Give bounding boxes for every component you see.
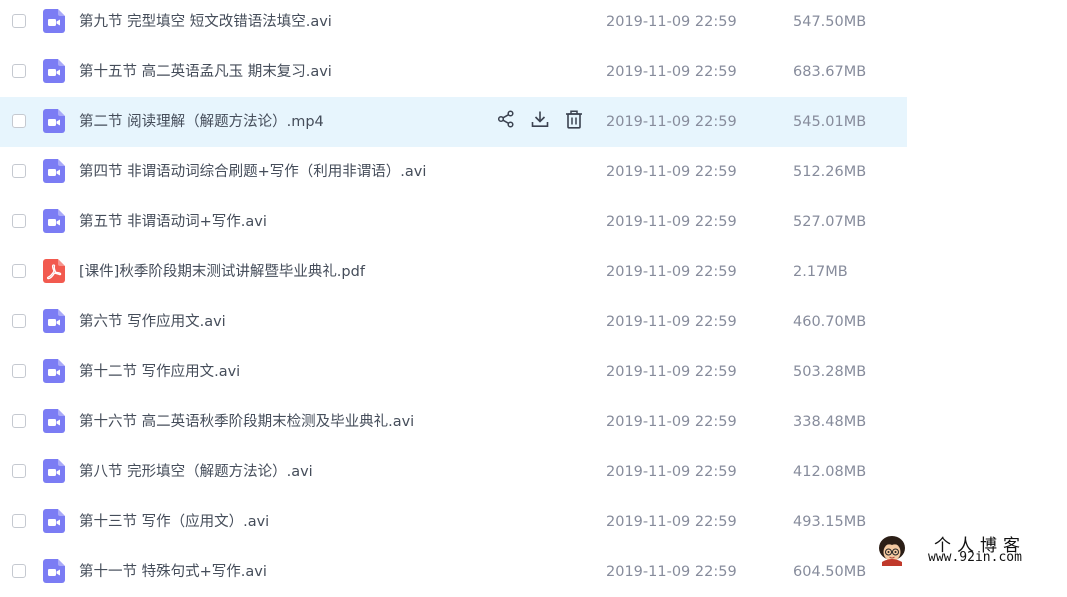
- file-name-link[interactable]: 第十二节 写作应用文.avi: [79, 362, 240, 382]
- video-file-icon: [43, 359, 65, 383]
- row-checkbox[interactable]: [12, 364, 26, 378]
- download-icon: [531, 110, 549, 132]
- file-row[interactable]: 第十三节 写作（应用文）.avi 2019-11-09 22:59 493.15MB: [0, 497, 907, 547]
- modified-date: 2019-11-09 22:59: [606, 414, 737, 430]
- row-checkbox[interactable]: [12, 214, 26, 228]
- modified-date: 2019-11-09 22:59: [606, 514, 737, 530]
- video-file-icon: [43, 309, 65, 333]
- file-row[interactable]: 第十二节 写作应用文.avi 2019-11-09 22:59 503.28MB: [0, 347, 907, 397]
- file-size: 512.26MB: [793, 164, 867, 180]
- modified-date: 2019-11-09 22:59: [606, 114, 737, 130]
- file-size: 412.08MB: [793, 464, 867, 480]
- file-size: 460.70MB: [793, 314, 867, 330]
- video-file-icon: [43, 159, 65, 183]
- row-checkbox[interactable]: [12, 114, 26, 128]
- file-row[interactable]: 第八节 完形填空（解题方法论）.avi 2019-11-09 22:59 412.0…: [0, 447, 907, 497]
- video-file-icon: [43, 409, 65, 433]
- file-row[interactable]: 第六节 写作应用文.avi 2019-11-09 22:59 460.70MB: [0, 297, 907, 347]
- row-checkbox[interactable]: [12, 414, 26, 428]
- file-size: 493.15MB: [793, 514, 867, 530]
- file-name-link[interactable]: [课件]秋季阶段期末测试讲解暨毕业典礼.pdf: [79, 262, 365, 282]
- file-name-link[interactable]: 第十五节 高二英语孟凡玉 期末复习.avi: [79, 62, 332, 82]
- file-row[interactable]: 第十五节 高二英语孟凡玉 期末复习.avi 2019-11-09 22:59 683…: [0, 47, 907, 97]
- file-name-link[interactable]: 第四节 非谓语动词综合刷题+写作（利用非谓语）.avi: [79, 162, 426, 182]
- file-name-link[interactable]: 第八节 完形填空（解题方法论）.avi: [79, 462, 313, 482]
- file-name-link[interactable]: 第五节 非谓语动词+写作.avi: [79, 212, 267, 232]
- modified-date: 2019-11-09 22:59: [606, 214, 737, 230]
- modified-date: 2019-11-09 22:59: [606, 564, 737, 580]
- row-checkbox[interactable]: [12, 564, 26, 578]
- modified-date: 2019-11-09 22:59: [606, 64, 737, 80]
- file-row[interactable]: 第十六节 高二英语秋季阶段期末检测及毕业典礼.avi 2019-11-09 22:…: [0, 397, 907, 447]
- file-row[interactable]: 第十一节 特殊句式+写作.avi 2019-11-09 22:59 604.50MB: [0, 547, 907, 597]
- file-name-link[interactable]: 第十三节 写作（应用文）.avi: [79, 512, 269, 532]
- video-file-icon: [43, 109, 65, 133]
- row-checkbox[interactable]: [12, 164, 26, 178]
- row-checkbox[interactable]: [12, 314, 26, 328]
- file-list: 第九节 完型填空 短文改错语法填空.avi 2019-11-09 22:59 547…: [0, 0, 907, 597]
- video-file-icon: [43, 209, 65, 233]
- trash-icon: [565, 109, 583, 133]
- share-icon: [497, 110, 515, 132]
- row-checkbox[interactable]: [12, 64, 26, 78]
- file-size: 527.07MB: [793, 214, 867, 230]
- watermark: 个人博客 www.92in.com: [872, 530, 1062, 570]
- video-file-icon: [43, 9, 65, 33]
- file-name-link[interactable]: 第十六节 高二英语秋季阶段期末检测及毕业典礼.avi: [79, 412, 414, 432]
- file-name-link[interactable]: 第二节 阅读理解（解题方法论）.mp4: [79, 112, 324, 132]
- file-name-link[interactable]: 第十一节 特殊句式+写作.avi: [79, 562, 267, 582]
- video-file-icon: [43, 559, 65, 583]
- pdf-file-icon: [43, 259, 65, 283]
- file-row[interactable]: 第九节 完型填空 短文改错语法填空.avi 2019-11-09 22:59 547…: [0, 0, 907, 47]
- share-button[interactable]: [496, 110, 516, 132]
- row-actions: [496, 109, 584, 133]
- video-file-icon: [43, 509, 65, 533]
- video-file-icon: [43, 459, 65, 483]
- modified-date: 2019-11-09 22:59: [606, 364, 737, 380]
- row-checkbox[interactable]: [12, 514, 26, 528]
- file-name-link[interactable]: 第九节 完型填空 短文改错语法填空.avi: [79, 12, 332, 32]
- file-row[interactable]: 第五节 非谓语动词+写作.avi 2019-11-09 22:59 527.07MB: [0, 197, 907, 247]
- file-size: 604.50MB: [793, 564, 867, 580]
- cartoon-avatar-icon: [876, 534, 908, 566]
- modified-date: 2019-11-09 22:59: [606, 464, 737, 480]
- file-size: 545.01MB: [793, 114, 867, 130]
- download-button[interactable]: [530, 110, 550, 132]
- row-checkbox[interactable]: [12, 14, 26, 28]
- modified-date: 2019-11-09 22:59: [606, 264, 737, 280]
- file-row[interactable]: 第四节 非谓语动词综合刷题+写作（利用非谓语）.avi 2019-11-09 22…: [0, 147, 907, 197]
- file-size: 2.17MB: [793, 264, 848, 280]
- row-checkbox[interactable]: [12, 264, 26, 278]
- delete-button[interactable]: [564, 109, 584, 133]
- modified-date: 2019-11-09 22:59: [606, 164, 737, 180]
- video-file-icon: [43, 59, 65, 83]
- file-size: 503.28MB: [793, 364, 867, 380]
- modified-date: 2019-11-09 22:59: [606, 314, 737, 330]
- modified-date: 2019-11-09 22:59: [606, 14, 737, 30]
- watermark-url: www.92in.com: [928, 550, 1022, 565]
- file-row[interactable]: [课件]秋季阶段期末测试讲解暨毕业典礼.pdf 2019-11-09 22:59 2…: [0, 247, 907, 297]
- file-size: 338.48MB: [793, 414, 867, 430]
- file-name-link[interactable]: 第六节 写作应用文.avi: [79, 312, 226, 332]
- row-checkbox[interactable]: [12, 464, 26, 478]
- file-size: 683.67MB: [793, 64, 867, 80]
- file-size: 547.50MB: [793, 14, 867, 30]
- file-row[interactable]: 第二节 阅读理解（解题方法论）.mp4 2019-11-09 22:59 545.0…: [0, 97, 907, 147]
